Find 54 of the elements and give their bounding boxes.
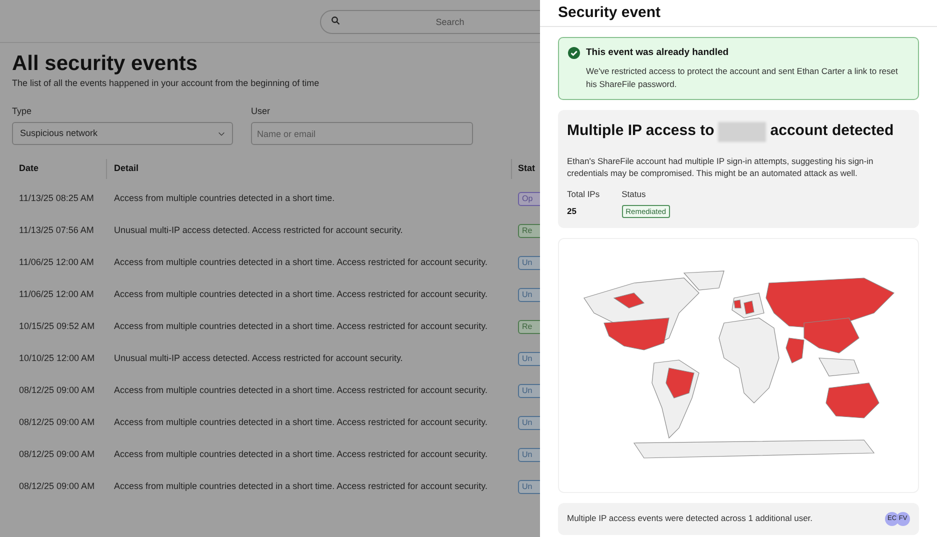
stat-label: Status xyxy=(622,188,647,200)
status-badge: Un xyxy=(518,448,540,462)
alert-text: We've restricted access to protect the account and sent Ethan Carter a link to reset his ShareFile password. xyxy=(585,65,899,92)
date-cell: 08/12/25 09:00 AM xyxy=(19,481,95,492)
detail-cell: Access from multiple countries detected in a short time. Access restricted for account security. xyxy=(114,321,488,332)
status-badge: Un xyxy=(518,384,540,398)
status-badge: Un xyxy=(518,288,540,302)
detail-cell: Unusual multi-IP access detected. Access restricted for account security. xyxy=(114,225,403,236)
detail-cell: Access from multiple countries detected in a short time. Access restricted for account security. xyxy=(114,385,488,396)
date-cell: 08/12/25 09:00 AM xyxy=(19,417,95,428)
check-circle-icon xyxy=(568,47,580,60)
user-label: User xyxy=(251,104,272,118)
panel-title: Security event xyxy=(558,2,661,23)
detail-cell: Unusual multi-IP access detected. Access restricted for account security. xyxy=(114,353,403,364)
type-dropdown[interactable]: Suspicious network xyxy=(12,122,233,145)
date-cell: 10/15/25 09:52 AM xyxy=(19,321,95,332)
detail-cell: Access from multiple countries detected in a short time. xyxy=(114,193,335,204)
event-title: Multiple IP access to xyxy=(567,121,714,142)
stat-value: 25 xyxy=(567,204,578,218)
search-field[interactable]: Search xyxy=(320,10,540,34)
date-cell: 11/06/25 12:00 AM xyxy=(19,289,94,300)
alert-title: This event was already handled xyxy=(586,46,729,60)
event-description: Ethan's ShareFile account had multiple IP sign-in attempts, suggesting his sign-in credentials may be compromised. This might be an automated attack as well. xyxy=(567,154,874,179)
user-field[interactable]: Name or email xyxy=(251,122,473,145)
status-badge: Un xyxy=(518,352,540,366)
status-badge: Un xyxy=(518,416,540,430)
detail-cell: Access from multiple countries detected in a short time. Access restricted for account security. xyxy=(114,289,488,300)
date-cell: 11/06/25 12:00 AM xyxy=(19,257,94,268)
search-icon xyxy=(331,16,340,25)
status-badge: Re xyxy=(518,320,540,334)
stat-label: Total IPs xyxy=(567,188,600,200)
column-header: Date xyxy=(19,162,39,176)
column-header: Detail xyxy=(114,162,139,176)
detail-cell: Access from multiple countries detected in a short time. Access restricted for account security. xyxy=(114,417,488,428)
footer-text: Multiple IP access events were detected across 1 additional user. xyxy=(567,512,813,526)
date-cell: 08/12/25 09:00 AM xyxy=(19,385,95,396)
date-cell: 08/12/25 09:00 AM xyxy=(19,449,95,460)
date-cell: 10/10/25 12:00 AM xyxy=(19,353,95,364)
date-cell: 11/13/25 07:56 AM xyxy=(19,225,94,236)
status-badge: Un xyxy=(518,256,540,270)
chevron-down-icon xyxy=(218,132,225,136)
type-label: Type xyxy=(12,104,33,118)
status-badge: Re xyxy=(518,224,540,238)
detail-cell: Access from multiple countries detected in a short time. Access restricted for account security. xyxy=(114,449,488,460)
date-cell: 11/13/25 08:25 AM xyxy=(19,193,94,204)
detail-cell: Access from multiple countries detected in a short time. Access restricted for account security. xyxy=(114,257,488,268)
detail-cell: Access from multiple countries detected in a short time. Access restricted for account security. xyxy=(114,481,488,492)
redaction-block xyxy=(718,122,766,142)
status-badge: Op xyxy=(518,192,540,206)
status-badge: Un xyxy=(518,480,540,494)
event-title: account detected xyxy=(770,121,894,142)
page-title: All security events xyxy=(12,51,199,77)
column-header: Stat xyxy=(518,163,536,174)
page-subtitle: The list of all the events happened in your account from the beginning of time xyxy=(12,77,320,90)
